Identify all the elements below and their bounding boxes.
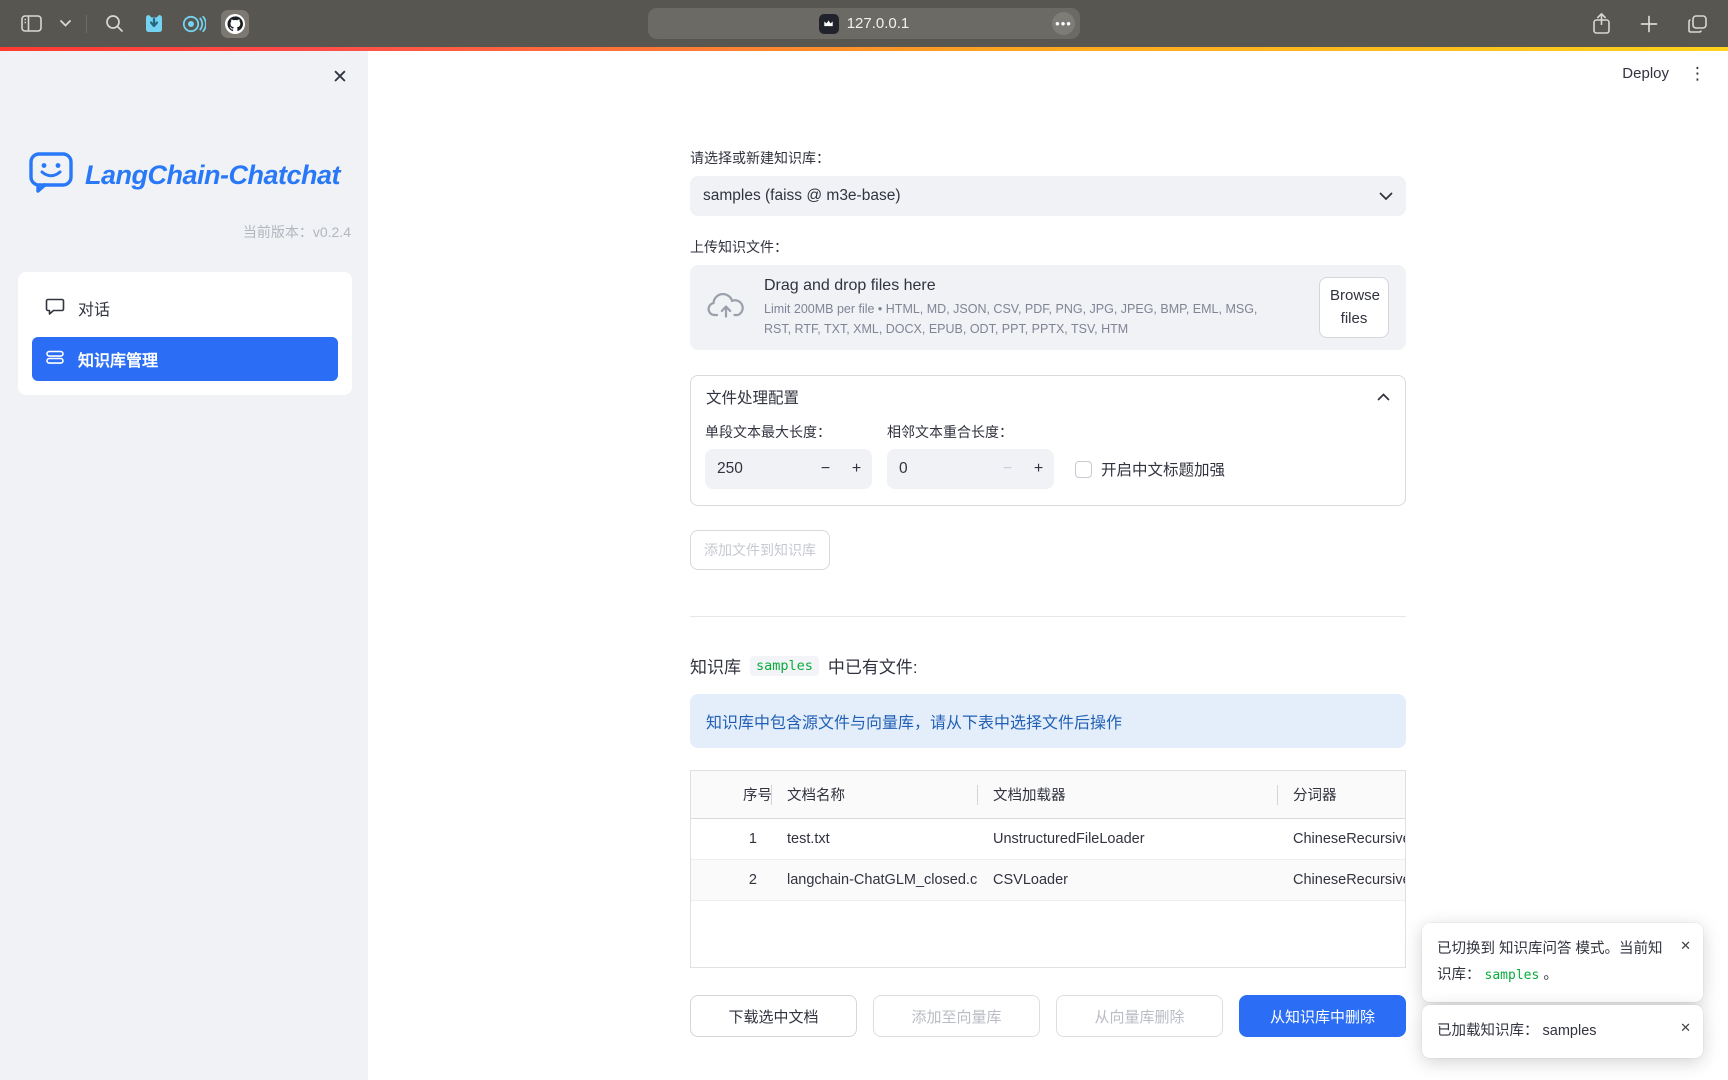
chevron-down-icon [1379, 192, 1393, 201]
table-row[interactable]: 2 langchain-ChatGLM_closed.csv CSVLoader… [691, 859, 1405, 900]
share-icon[interactable] [1588, 11, 1614, 37]
plus-icon[interactable]: + [1023, 460, 1054, 478]
site-favicon [819, 14, 839, 34]
kb-select-value: samples (faiss @ m3e-base) [703, 187, 901, 205]
sidebar-item-knowledge-base[interactable]: 知识库管理 [32, 337, 338, 381]
stack-database-icon [45, 347, 65, 372]
sidebar-toggle-icon[interactable] [18, 11, 44, 37]
kb-name-code: samples [750, 656, 819, 676]
delete-from-vectorstore-button: 从向量库删除 [1056, 995, 1223, 1037]
zh-title-enhance-label: 开启中文标题加强 [1101, 458, 1225, 480]
sidebar-nav: 对话 知识库管理 [18, 272, 352, 395]
download-selected-button[interactable]: 下载选中文档 [690, 995, 857, 1037]
sidebar-item-label: 对话 [78, 296, 110, 320]
address-bar[interactable]: 127.0.0.1 ••• [648, 8, 1080, 39]
delete-from-kb-button[interactable]: 从知识库中删除 [1239, 995, 1406, 1037]
overlap-label: 相邻文本重合长度： [887, 422, 1054, 442]
chat-bubble-icon [45, 296, 65, 321]
file-dropzone[interactable]: Drag and drop files here Limit 200MB per… [690, 265, 1406, 350]
cloud-upload-icon [707, 290, 747, 325]
kb-files-heading: 知识库 samples 中已有文件: [690, 653, 1406, 678]
app-logo: LangChain-Chatchat [0, 151, 368, 200]
zh-title-enhance-checkbox[interactable] [1075, 461, 1092, 478]
sidebar-item-dialogue[interactable]: 对话 [32, 286, 338, 330]
chatchat-logo-icon [28, 151, 74, 200]
plus-icon[interactable]: + [841, 460, 872, 478]
expander-header[interactable]: 文件处理配置 [691, 376, 1405, 418]
add-to-vectorstore-button: 添加至向量库 [873, 995, 1040, 1037]
toast-kb-loaded: ✕ 已加载知识库： samples [1422, 1005, 1703, 1058]
minus-icon: − [992, 460, 1023, 478]
chunk-size-value: 250 [717, 460, 810, 478]
overlap-input[interactable]: 0 − + [887, 449, 1054, 489]
sidebar-item-label: 知识库管理 [78, 347, 158, 371]
kb-name-code: samples [1485, 968, 1540, 983]
toolbar-divider [86, 15, 87, 33]
pinned-tab-bookmark-icon[interactable] [141, 11, 167, 37]
deploy-button[interactable]: Deploy [1622, 65, 1669, 82]
page-settings-icon[interactable]: ••• [1052, 12, 1075, 35]
kb-select[interactable]: samples (faiss @ m3e-base) [690, 176, 1406, 216]
dropzone-title: Drag and drop files here [764, 277, 1264, 295]
browser-toolbar: 127.0.0.1 ••• [0, 0, 1728, 47]
dropzone-limit-text: Limit 200MB per file • HTML, MD, JSON, C… [764, 299, 1264, 339]
table-row[interactable]: 1 test.txt UnstructuredFileLoader Chines… [691, 818, 1405, 859]
files-table: 序号 文档名称 文档加载器 分词器 1 test.txt Unstructure… [690, 770, 1406, 968]
table-header-row: 序号 文档名称 文档加载器 分词器 [691, 771, 1405, 818]
col-header-loader: 文档加载器 [977, 771, 1277, 818]
close-icon[interactable]: ✕ [1680, 935, 1691, 958]
new-tab-icon[interactable] [1636, 11, 1662, 37]
pinned-tab-radar-icon[interactable] [181, 11, 207, 37]
kb-select-label: 请选择或新建知识库： [690, 148, 1406, 168]
app-title: LangChain-Chatchat [85, 160, 340, 191]
search-icon[interactable] [101, 11, 127, 37]
table-actions: 下载选中文档 添加至向量库 从向量库删除 从知识库中删除 [690, 995, 1406, 1037]
file-config-expander: 文件处理配置 单段文本最大长度： 250 − + [690, 375, 1406, 506]
expander-title: 文件处理配置 [706, 386, 799, 408]
add-files-button[interactable]: 添加文件到知识库 [690, 530, 830, 570]
toast-mode-switched: ✕ 已切换到 知识库问答 模式。当前知识库： samples 。 [1422, 923, 1703, 1002]
info-banner: 知识库中包含源文件与向量库，请从下表中选择文件后操作 [690, 694, 1406, 748]
version-label: 当前版本：v0.2.4 [0, 222, 368, 242]
app-menu-icon[interactable]: ⋮ [1689, 65, 1706, 82]
sidebar-close-icon[interactable]: ✕ [326, 64, 354, 92]
chevron-up-icon [1377, 388, 1390, 406]
upload-label: 上传知识文件： [690, 237, 1406, 257]
close-icon[interactable]: ✕ [1680, 1017, 1691, 1040]
chunk-size-input[interactable]: 250 − + [705, 449, 872, 489]
col-header-splitter: 分词器 [1277, 771, 1405, 818]
overlap-value: 0 [899, 460, 992, 478]
sidebar: ✕ LangChain-Chatchat 当前版本：v0.2.4 对话 知识库管… [0, 51, 368, 1080]
col-header-doc-name: 文档名称 [771, 771, 977, 818]
github-tab-icon[interactable] [221, 10, 249, 38]
tab-overview-icon[interactable] [1684, 11, 1710, 37]
chevron-down-icon[interactable] [58, 11, 72, 37]
minus-icon[interactable]: − [810, 460, 841, 478]
url-text: 127.0.0.1 [847, 15, 910, 32]
divider [690, 616, 1406, 617]
chunk-size-label: 单段文本最大长度： [705, 422, 872, 442]
col-header-index: 序号 [733, 771, 771, 818]
browse-files-button[interactable]: Browse files [1319, 277, 1389, 338]
